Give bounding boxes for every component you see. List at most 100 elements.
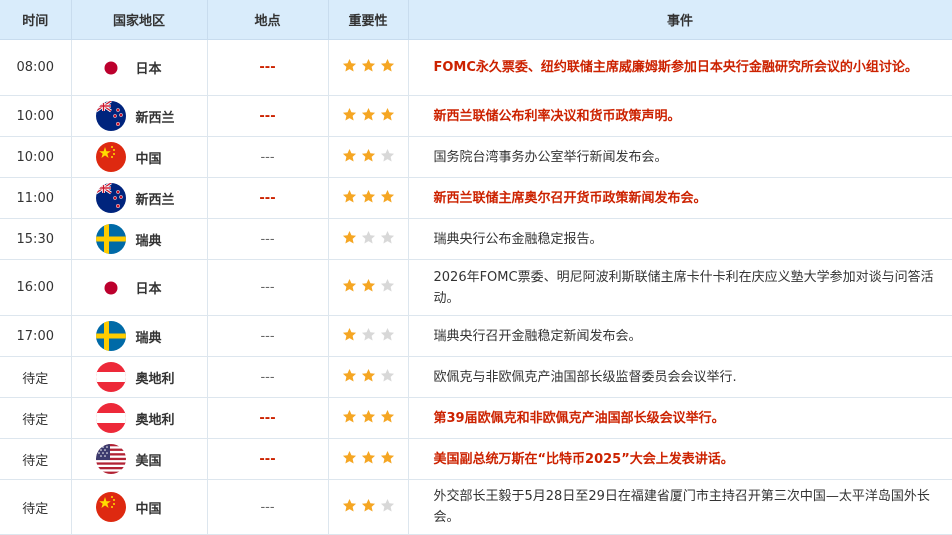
importance-rating <box>328 218 409 260</box>
event-place: --- <box>207 218 329 260</box>
event-country-cell: 日本 <box>71 259 208 316</box>
star-filled-icon <box>380 58 395 73</box>
star-empty-icon <box>380 327 395 342</box>
star-filled-icon <box>342 230 357 245</box>
country-name: 新西兰 <box>135 110 175 126</box>
event-description: 新西兰联储公布利率决议和货币政策声明。 <box>408 95 952 137</box>
table-row: 待定 奥地利 --- 第39届欧佩克和非欧佩克产油国部长级会议举行。 <box>0 397 952 439</box>
event-description: 国务院台湾事务办公室举行新闻发布会。 <box>408 136 952 178</box>
event-place: --- <box>207 356 329 398</box>
table-row: 待定 奥地利 --- 欧佩克与非欧佩克产油国部长级监督委员会会议举行. <box>0 356 952 398</box>
star-filled-icon <box>361 368 376 383</box>
new-zealand-flag-icon <box>95 183 126 213</box>
star-filled-icon <box>342 409 357 424</box>
country-name: 奥地利 <box>135 412 175 428</box>
table-row: 10:00 中国 --- 国务院台湾事务办公室举行新闻发布会。 <box>0 136 952 178</box>
importance-rating <box>328 438 409 480</box>
event-time: 待定 <box>0 397 72 439</box>
event-time: 16:00 <box>0 259 72 316</box>
importance-rating <box>328 95 409 137</box>
star-filled-icon <box>380 107 395 122</box>
event-place: --- <box>207 479 329 535</box>
event-description: 欧佩克与非欧佩克产油国部长级监督委员会会议举行. <box>408 356 952 398</box>
star-empty-icon <box>380 148 395 163</box>
country-name: 瑞典 <box>135 233 162 249</box>
event-country-cell: 美国 <box>71 438 208 480</box>
importance-rating <box>328 136 409 178</box>
event-country-cell: 新西兰 <box>71 177 208 219</box>
star-filled-icon <box>342 189 357 204</box>
star-filled-icon <box>342 498 357 513</box>
importance-rating <box>328 315 409 357</box>
country-name: 瑞典 <box>135 330 162 346</box>
japan-flag-icon <box>95 272 126 303</box>
event-description: 第39届欧佩克和非欧佩克产油国部长级会议举行。 <box>408 397 952 439</box>
table-row: 待定 美国 --- 美国副总统万斯在“比特币2025”大会上发表讲话。 <box>0 438 952 480</box>
event-description: 新西兰联储主席奥尔召开货币政策新闻发布会。 <box>408 177 952 219</box>
table-row: 08:00 日本 --- FOMC永久票委、纽约联储主席威廉姆斯参加日本央行金融研究所… <box>0 39 952 96</box>
event-description: 美国副总统万斯在“比特币2025”大会上发表讲话。 <box>408 438 952 480</box>
event-place: --- <box>207 259 329 316</box>
star-filled-icon <box>361 278 376 293</box>
economic-calendar-table: 时间 国家地区 地点 重要性 事件 08:00 日本 --- FOMC永久票委、纽约联… <box>0 0 952 535</box>
star-empty-icon <box>380 230 395 245</box>
austria-flag-icon <box>95 362 126 392</box>
country-name: 奥地利 <box>135 371 175 387</box>
star-filled-icon <box>361 189 376 204</box>
country-name: 新西兰 <box>135 192 175 208</box>
star-filled-icon <box>380 409 395 424</box>
event-time: 11:00 <box>0 177 72 219</box>
importance-rating <box>328 479 409 535</box>
new-zealand-flag-icon <box>95 101 126 131</box>
event-description: 外交部长王毅于5月28日至29日在福建省厦门市主持召开第三次中国—太平洋岛国外长… <box>408 479 952 535</box>
star-filled-icon <box>342 327 357 342</box>
event-description: 瑞典央行召开金融稳定新闻发布会。 <box>408 315 952 357</box>
star-filled-icon <box>342 278 357 293</box>
star-empty-icon <box>380 498 395 513</box>
importance-rating <box>328 39 409 96</box>
event-country-cell: 奥地利 <box>71 397 208 439</box>
importance-rating <box>328 397 409 439</box>
table-row: 待定 中国 --- 外交部长王毅于5月28日至29日在福建省厦门市主持召开第三次中国—… <box>0 479 952 535</box>
header-country: 国家地区 <box>71 0 208 40</box>
event-country-cell: 中国 <box>71 136 208 178</box>
sweden-flag-icon <box>95 224 126 254</box>
country-name: 日本 <box>135 282 162 297</box>
star-empty-icon <box>380 368 395 383</box>
event-place: --- <box>207 397 329 439</box>
table-row: 15:30 瑞典 --- 瑞典央行公布金融稳定报告。 <box>0 218 952 260</box>
star-filled-icon <box>361 409 376 424</box>
star-filled-icon <box>361 498 376 513</box>
star-filled-icon <box>342 148 357 163</box>
star-filled-icon <box>361 58 376 73</box>
event-place: --- <box>207 39 329 96</box>
event-time: 待定 <box>0 479 72 535</box>
star-filled-icon <box>380 189 395 204</box>
event-country-cell: 奥地利 <box>71 356 208 398</box>
china-flag-icon <box>95 492 126 522</box>
event-time: 待定 <box>0 356 72 398</box>
japan-flag-icon <box>95 52 126 83</box>
event-country-cell: 日本 <box>71 39 208 96</box>
star-filled-icon <box>361 450 376 465</box>
event-time: 17:00 <box>0 315 72 357</box>
country-name: 美国 <box>135 453 162 469</box>
importance-rating <box>328 356 409 398</box>
china-flag-icon <box>95 142 126 172</box>
event-time: 10:00 <box>0 95 72 137</box>
sweden-flag-icon <box>95 321 126 351</box>
table-row: 10:00 新西兰 --- 新西兰联储公布利率决议和货币政策声明。 <box>0 95 952 137</box>
event-description: 瑞典央行公布金融稳定报告。 <box>408 218 952 260</box>
star-empty-icon <box>361 230 376 245</box>
table-header-row: 时间 国家地区 地点 重要性 事件 <box>0 0 952 40</box>
austria-flag-icon <box>95 403 126 433</box>
event-country-cell: 新西兰 <box>71 95 208 137</box>
event-time: 08:00 <box>0 39 72 96</box>
usa-flag-icon <box>95 444 126 474</box>
country-name: 日本 <box>135 62 162 77</box>
table-row: 11:00 新西兰 --- 新西兰联储主席奥尔召开货币政策新闻发布会。 <box>0 177 952 219</box>
star-filled-icon <box>342 450 357 465</box>
star-empty-icon <box>380 278 395 293</box>
event-place: --- <box>207 177 329 219</box>
table-row: 17:00 瑞典 --- 瑞典央行召开金融稳定新闻发布会。 <box>0 315 952 357</box>
